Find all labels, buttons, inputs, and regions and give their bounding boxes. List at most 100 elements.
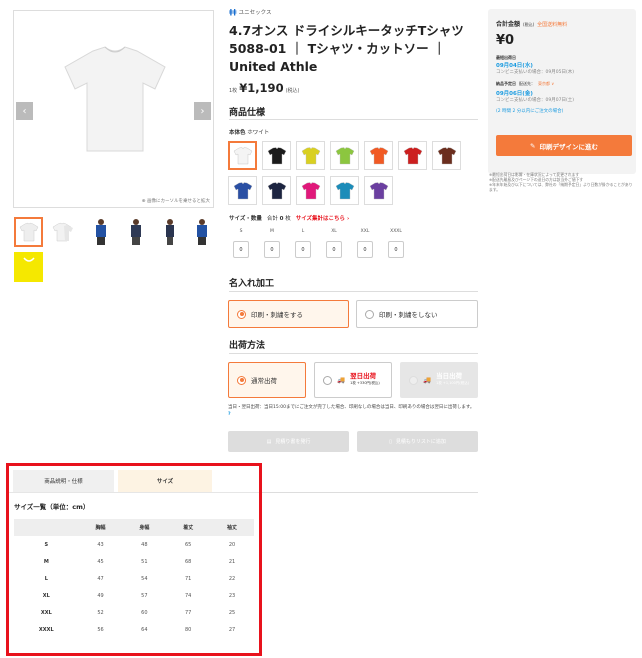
- total-label: 合計: [266, 216, 278, 222]
- table-cell: 27: [228, 626, 236, 633]
- color-swatch[interactable]: [228, 141, 257, 170]
- brand-tag[interactable]: ǂǂ ユニセックス: [229, 8, 271, 16]
- tshirt-icon: [369, 181, 388, 199]
- thumbnail-tshirt-icon: [19, 222, 38, 242]
- radio-disabled-icon: [409, 375, 418, 385]
- save-list-button[interactable]: ▯ 見積もりリストに追加: [357, 431, 478, 452]
- model-photo-icon: [95, 219, 106, 245]
- size-caption: XL: [331, 229, 337, 234]
- total-amount-label: 合計金額: [496, 21, 521, 28]
- ship-nextday-label: 翌日出荷: [350, 372, 377, 380]
- color-swatch[interactable]: [296, 176, 325, 205]
- qty-input[interactable]: 0: [264, 241, 280, 258]
- tshirt-icon: [335, 146, 354, 164]
- color-swatch[interactable]: [262, 141, 291, 170]
- shipping-note: 当日・翌日出荷：当日15:00までにご注文が完了した場合、印刷なしの場合は当日、…: [228, 404, 478, 418]
- thumbnail-tshirt-icon: [52, 222, 73, 242]
- design-button[interactable]: ✎ 印刷デザインに進む: [496, 135, 632, 156]
- brand-label: ユニセックス: [238, 10, 272, 16]
- price-value: ¥1,190: [239, 81, 284, 95]
- print-yes-option[interactable]: 印刷・刺繍をする: [228, 300, 349, 328]
- tab-size[interactable]: サイズ: [118, 470, 212, 492]
- color-swatch[interactable]: [364, 176, 393, 205]
- tshirt-icon: [301, 146, 320, 164]
- ship-date: 09月04日(水): [496, 63, 533, 69]
- ship-nextday-text: 翌日出荷 1枚 +330円(税込): [350, 373, 380, 387]
- ship-sameday-label: 当日出荷: [436, 372, 463, 380]
- thumbnail[interactable]: [121, 217, 150, 247]
- arrive-conv-note: コンビニ支払いの場合：09月07日(土): [496, 98, 574, 103]
- product-title: 4.7オンス ドライシルキータッチTシャツ 5088-01 ｜ Tシャツ・カット…: [229, 23, 464, 74]
- table-cell: 65: [185, 541, 192, 548]
- free-shipping-badge: 全国送料無料: [537, 22, 568, 28]
- qty-input[interactable]: 0: [233, 241, 249, 258]
- size-summary-link[interactable]: サイズ集計はこちら ›: [296, 214, 350, 222]
- chevron-left-icon: ‹: [22, 105, 27, 117]
- total-unit: 枚: [285, 216, 291, 222]
- model-photo-icon: [130, 219, 141, 245]
- print-no-option[interactable]: 印刷・刺繍をしない: [356, 300, 478, 328]
- thumbnail[interactable]: [155, 217, 184, 247]
- thumbnail[interactable]: [48, 217, 77, 247]
- ship-sameday-option[interactable]: 🚚 当日出荷 1枚 +1,100円(税込): [400, 362, 478, 398]
- arrive-to-label: 配送先：: [519, 81, 535, 86]
- table-row: XXL 52 60 77 25: [14, 604, 254, 621]
- color-swatch[interactable]: [228, 176, 257, 205]
- sidebar-note: ※年末年始及び以下については、弊社の「納期予定日」より日数が掛かることがあります…: [489, 182, 633, 192]
- arrive-label: 納品予定日: [496, 81, 516, 86]
- qty-input[interactable]: 0: [357, 241, 373, 258]
- ship-normal-option[interactable]: 通常出荷: [228, 362, 306, 398]
- zoom-icon: ⊕: [141, 199, 146, 204]
- row-header: XL: [42, 592, 50, 599]
- table-cell: 51: [141, 558, 148, 565]
- price-tax-note: (税込): [285, 88, 300, 94]
- help-icon[interactable]: ?: [228, 412, 231, 417]
- color-swatch[interactable]: [398, 141, 427, 170]
- color-swatch[interactable]: [432, 141, 461, 170]
- table-cell: 25: [228, 609, 236, 616]
- qty-input[interactable]: 0: [295, 241, 311, 258]
- table-header-row: 胸幅 身幅 着丈 袖丈: [14, 519, 254, 536]
- table-cell: 21: [228, 558, 236, 565]
- ship-sameday-text: 当日出荷 1枚 +1,100円(税込): [436, 373, 469, 387]
- size-table: 胸幅 身幅 着丈 袖丈 S 43 48 65 20 M 45 51 68 21 L 47 54 71 22 XL 49 5…: [14, 519, 254, 638]
- qty-input[interactable]: 0: [326, 241, 342, 258]
- size-caption: S: [239, 229, 243, 234]
- arrive-row: 納品予定日 配送先： 東京都 ∨: [496, 81, 554, 87]
- size-total: 合計 0 枚: [267, 214, 291, 222]
- total-count: 0: [279, 216, 284, 222]
- table-cell: 45: [97, 558, 104, 565]
- color-label: 本体色: [229, 130, 246, 136]
- ship-nextday-option[interactable]: 🚚 翌日出荷 1枚 +330円(税込): [314, 362, 392, 398]
- table-cell: 23: [228, 592, 236, 599]
- column-header: 身幅: [139, 525, 150, 531]
- thumbnail[interactable]: [14, 217, 43, 247]
- table-cell: 64: [141, 626, 148, 633]
- size-table-panel: 商品説明・仕様 サイズ サイズ一覧（単位：cm） 胸幅 身幅 着丈 袖丈 S 43 48 65…: [6, 463, 262, 656]
- table-cell: 57: [141, 592, 148, 599]
- qty-input[interactable]: 0: [388, 241, 404, 258]
- document-icon: ▤: [266, 438, 272, 445]
- color-swatch[interactable]: [262, 176, 291, 205]
- table-cell: 56: [97, 626, 104, 633]
- thumbnail[interactable]: [187, 217, 216, 247]
- color-swatch[interactable]: [296, 141, 325, 170]
- table-cell: 77: [185, 609, 192, 616]
- quote-button[interactable]: ▤ 見積り書を発行: [228, 431, 349, 452]
- row-header: XXL: [40, 609, 52, 616]
- section-title-shipping: 出荷方法: [229, 341, 266, 351]
- color-swatch[interactable]: [364, 141, 393, 170]
- main-product-image[interactable]: ‹ › ⊕ 画像にカーソルを乗せると拡大: [13, 10, 214, 208]
- color-swatch[interactable]: [330, 141, 359, 170]
- prev-image-button[interactable]: ‹: [16, 102, 33, 120]
- color-swatch[interactable]: [330, 176, 359, 205]
- order-summary-panel: 合計金額 (税込) 全国送料無料 ¥0 最短出荷日 09月04日(水) コンビニ支払…: [488, 9, 636, 174]
- next-image-button[interactable]: ›: [194, 102, 211, 120]
- tshirt-icon: [437, 146, 456, 164]
- thumbnail[interactable]: [86, 217, 115, 247]
- prefecture-select[interactable]: 東京都 ∨: [538, 81, 554, 87]
- tab-description[interactable]: 商品説明・仕様: [13, 470, 114, 492]
- tshirt-detail-icon: [22, 257, 35, 262]
- thumbnail[interactable]: [14, 252, 43, 282]
- radio-selected-icon: [237, 375, 246, 385]
